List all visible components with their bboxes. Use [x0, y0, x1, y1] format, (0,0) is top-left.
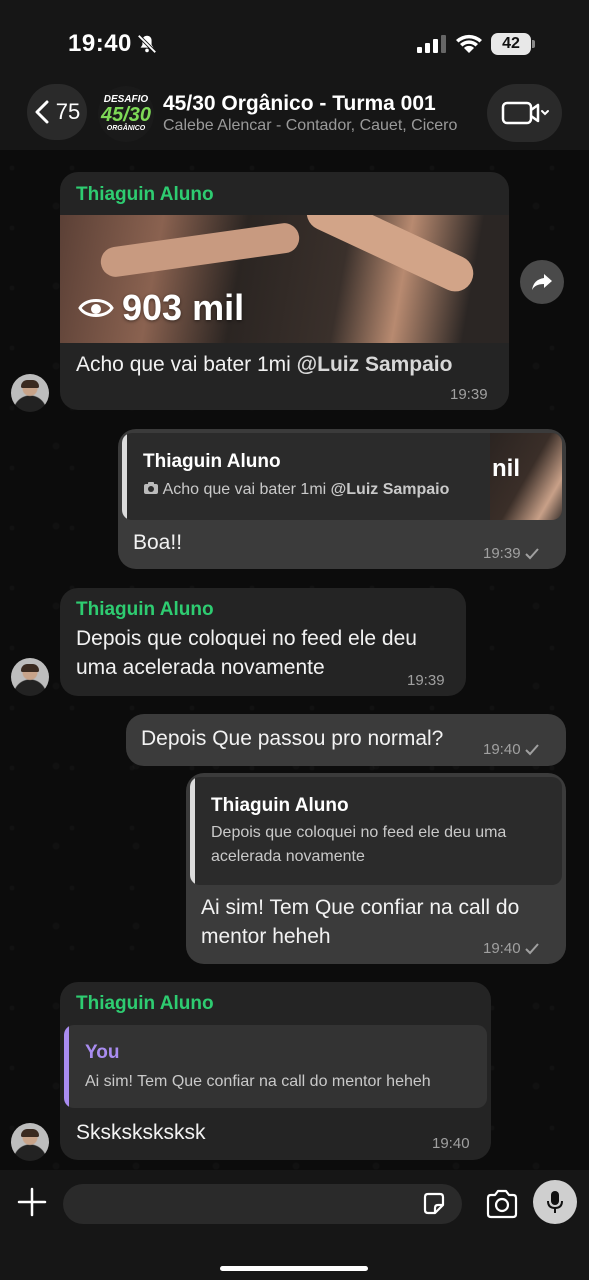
sender-name: Thiaguin Aluno	[76, 993, 214, 1014]
message-time: 19:40	[483, 741, 539, 758]
quote-sender: Thiaguin Aluno	[211, 795, 349, 816]
battery-level: 42	[491, 33, 531, 55]
message-body: Acho que vai bater 1mi	[76, 353, 291, 376]
sender-avatar[interactable]	[11, 1123, 49, 1161]
time-label: 19:40	[483, 741, 521, 758]
message-bubble-incoming[interactable]: Thiaguin Aluno Depois que coloquei no fe…	[60, 588, 466, 696]
quote-mention: @Luiz Sampaio	[330, 481, 450, 498]
quote-sender: Thiaguin Aluno	[143, 451, 281, 472]
reply-quote[interactable]: You Ai sim! Tem Que confiar na call do m…	[64, 1025, 487, 1108]
group-avatar[interactable]: DESAFIO 45/30 ORGÂNICO	[98, 86, 154, 142]
cellular-signal-icon	[417, 35, 446, 53]
video-thumbnail[interactable]: 903 mil	[60, 215, 509, 343]
video-views: 903 mil	[78, 287, 244, 329]
views-count: 903 mil	[122, 287, 245, 328]
sender-avatar[interactable]	[11, 658, 49, 696]
reply-quote[interactable]: Thiaguin Aluno Depois que coloquei no fe…	[190, 777, 562, 885]
message-time: 19:40	[483, 940, 539, 957]
quote-sender: You	[85, 1042, 120, 1063]
microphone-button[interactable]	[533, 1180, 577, 1224]
mention-link[interactable]: @Luiz Sampaio	[297, 353, 453, 376]
home-indicator	[220, 1266, 368, 1271]
eye-icon	[78, 299, 114, 317]
sent-check-icon	[524, 548, 539, 560]
quote-thumbnail: nil	[490, 433, 562, 520]
bell-off-icon	[137, 34, 157, 54]
share-arrow-icon	[532, 274, 552, 290]
quote-text: Ai sim! Tem Que confiar na call do mento…	[85, 1073, 431, 1090]
message-time: 19:39	[450, 386, 488, 403]
status-bar: 19:40 42	[0, 0, 589, 80]
message-text: Sksksksksksk	[76, 1121, 206, 1144]
status-time: 19:40	[68, 30, 132, 57]
message-time: 19:39	[483, 545, 539, 562]
group-title[interactable]: 45/30 Orgânico - Turma 001	[163, 92, 436, 116]
message-input[interactable]	[63, 1184, 462, 1224]
sender-avatar[interactable]	[11, 374, 49, 412]
reply-quote[interactable]: Thiaguin Aluno Acho que vai bater 1mi @L…	[122, 433, 562, 520]
plus-icon[interactable]	[16, 1186, 48, 1218]
wifi-icon	[456, 34, 482, 53]
camera-small-icon	[144, 482, 158, 494]
sender-name: Thiaguin Aluno	[76, 184, 214, 205]
group-logo-mid: 45/30	[100, 104, 152, 126]
message-text: Depois Que passou pro normal?	[141, 727, 444, 750]
chat-header: 75 DESAFIO 45/30 ORGÂNICO 45/30 Orgânico…	[0, 80, 589, 154]
microphone-icon	[547, 1191, 563, 1213]
video-camera-icon	[501, 101, 549, 125]
message-bubble-outgoing[interactable]: Depois Que passou pro normal? 19:40	[126, 714, 566, 766]
battery-icon: 42	[491, 33, 535, 55]
quote-text: Depois que coloquei no feed ele deu uma …	[211, 824, 507, 865]
time-label: 19:39	[483, 545, 521, 562]
quote-text: Acho que vai bater 1mi @Luiz Sampaio	[143, 478, 449, 502]
message-text: Depois que coloquei no feed ele deu uma …	[76, 627, 417, 679]
sent-check-icon	[524, 744, 539, 756]
message-text: Boa!!	[133, 531, 183, 554]
sender-name: Thiaguin Aluno	[76, 599, 214, 620]
chevron-left-icon	[35, 100, 49, 124]
time-label: 19:40	[483, 940, 521, 957]
forward-button[interactable]	[520, 260, 564, 304]
message-text: Acho que vai bater 1mi @Luiz Sampaio	[76, 350, 452, 379]
message-time: 19:39	[407, 672, 445, 689]
message-time: 19:40	[432, 1135, 470, 1152]
group-members[interactable]: Calebe Alencar - Contador, Cauet, Cicero	[163, 117, 468, 135]
quote-body: Acho que vai bater 1mi	[162, 481, 327, 498]
sent-check-icon	[524, 943, 539, 955]
back-button[interactable]: 75	[27, 84, 87, 140]
camera-icon[interactable]	[485, 1189, 519, 1219]
group-logo-bot: ORGÂNICO	[106, 125, 146, 132]
quote-thumb-text: nil	[492, 455, 520, 482]
unread-count: 75	[55, 99, 81, 124]
message-composer	[0, 1170, 589, 1280]
sticker-icon[interactable]	[421, 1191, 447, 1217]
video-call-button[interactable]	[487, 84, 562, 142]
